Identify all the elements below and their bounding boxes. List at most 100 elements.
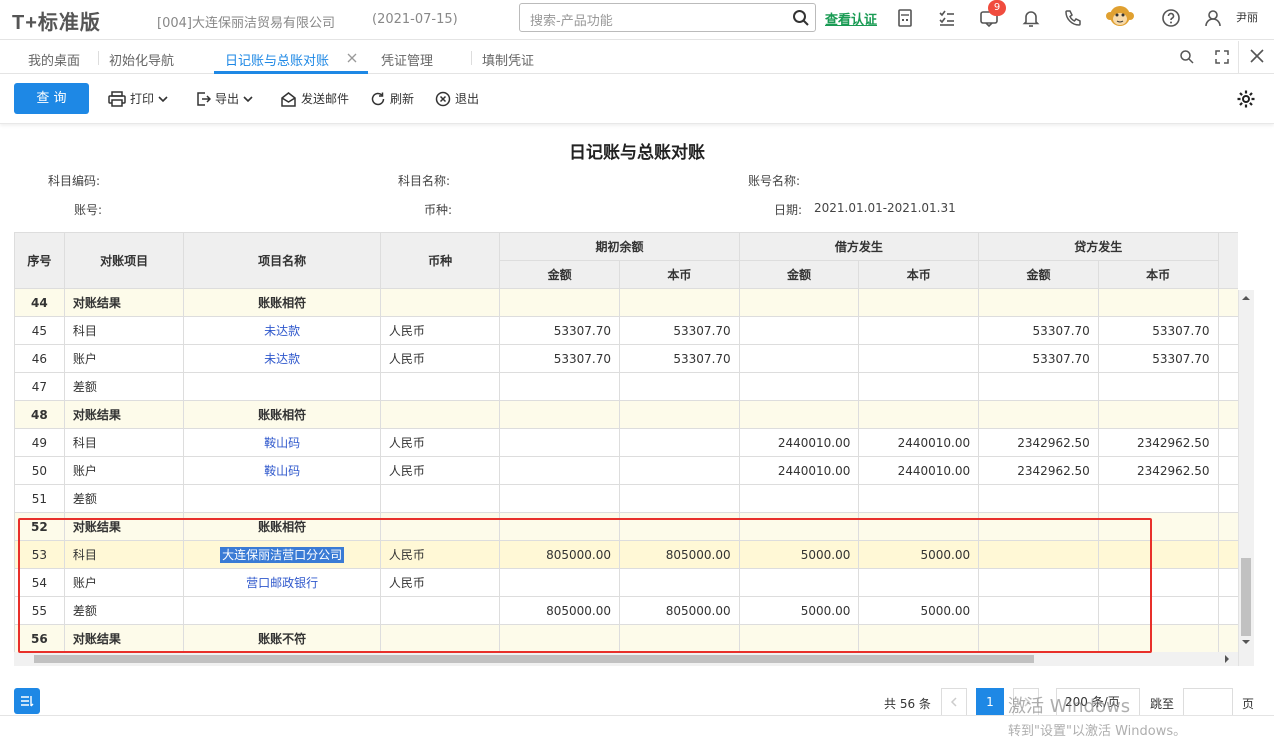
tab-init-nav[interactable]: 初始化导航 <box>109 50 174 69</box>
name-cell <box>183 484 381 513</box>
tab-reconcile[interactable]: 日记账与总账对账 <box>225 50 329 69</box>
item-name-text: 账账相符 <box>258 520 307 534</box>
table-row[interactable]: 55 差额 805000.00 805000.00 5000.00 5000.00 <box>14 596 1238 625</box>
credit-amount-cell <box>978 596 1099 625</box>
table-row[interactable]: 49 科目 鞍山码 人民币 2440010.00 2440010.00 2342962.50… <box>14 428 1238 457</box>
print-button[interactable]: 打印 <box>108 90 168 107</box>
seq-cell: 52 <box>14 512 65 541</box>
pad-cell <box>1217 512 1238 541</box>
phone-icon[interactable] <box>1063 8 1083 28</box>
vertical-scroll-thumb[interactable] <box>1241 558 1251 636</box>
prev-page-button[interactable] <box>941 688 967 716</box>
debit-base-cell <box>858 484 980 513</box>
exit-button[interactable]: 退出 <box>435 90 479 107</box>
name-cell[interactable]: 鞍山码 <box>183 428 381 457</box>
credit-amount-cell <box>978 540 1099 569</box>
item-name-link[interactable]: 鞍山码 <box>264 464 300 478</box>
item-cell: 科目 <box>63 540 185 569</box>
search-icon[interactable] <box>792 9 810 27</box>
tab-divider <box>1238 41 1239 73</box>
credit-base-cell: 53307.70 <box>1097 344 1219 373</box>
opening-amount-cell: 53307.70 <box>499 316 620 345</box>
credit-base-cell <box>1097 512 1219 541</box>
jump-page-input[interactable] <box>1183 688 1233 716</box>
page-number-button[interactable]: 1 <box>976 688 1004 716</box>
user-name[interactable]: 尹丽 <box>1236 9 1258 25</box>
currency-cell: 人民币 <box>379 316 501 345</box>
search-input[interactable]: 搜索-产品功能 <box>519 3 816 32</box>
chevron-left-icon <box>950 697 957 707</box>
date-value: 2021.01.01-2021.01.31 <box>814 201 956 215</box>
page-unit-label: 页 <box>1242 697 1255 711</box>
table-row[interactable]: 46 账户 未达款 人民币 53307.70 53307.70 53307.70 53307.… <box>14 344 1238 373</box>
horizontal-scroll-thumb[interactable] <box>34 655 1034 663</box>
monkey-avatar-icon[interactable] <box>1105 2 1135 32</box>
tab-voucher-mgmt[interactable]: 凭证管理 <box>381 50 433 69</box>
opening-base-cell: 53307.70 <box>618 316 740 345</box>
bell-icon[interactable] <box>1021 8 1041 28</box>
close-all-icon[interactable] <box>1250 49 1264 63</box>
name-cell[interactable]: 营口邮政银行 <box>183 568 381 597</box>
vertical-scrollbar[interactable] <box>1238 290 1254 666</box>
opening-base-cell <box>618 568 740 597</box>
item-name-link[interactable]: 大连保丽洁营口分公司 <box>220 547 345 563</box>
export-button[interactable]: 导出 <box>195 90 253 107</box>
export-icon <box>197 91 211 106</box>
name-cell[interactable]: 大连保丽洁营口分公司 <box>183 540 381 569</box>
settings-gear-icon[interactable] <box>1236 89 1256 109</box>
seq-cell: 53 <box>14 540 65 569</box>
item-name-link[interactable]: 未达款 <box>264 352 300 366</box>
item-name-link[interactable]: 未达款 <box>264 324 300 338</box>
close-tab-icon[interactable] <box>347 53 357 63</box>
refresh-button[interactable]: 刷新 <box>370 90 414 107</box>
name-cell[interactable]: 未达款 <box>183 316 381 345</box>
column-settings-button[interactable] <box>14 688 40 714</box>
help-icon[interactable] <box>1161 8 1181 28</box>
tab-fill-voucher[interactable]: 填制凭证 <box>482 50 534 69</box>
scroll-down-icon[interactable] <box>1242 638 1250 646</box>
name-cell[interactable]: 未达款 <box>183 344 381 373</box>
verify-link[interactable]: 查看认证 <box>825 9 877 28</box>
send-email-button[interactable]: 发送邮件 <box>280 90 349 107</box>
item-cell: 差额 <box>63 372 185 401</box>
horizontal-scrollbar[interactable] <box>14 652 1238 666</box>
col-opening-amount: 金额 <box>499 260 620 289</box>
scroll-right-icon[interactable] <box>1223 655 1231 663</box>
table-row[interactable]: 54 账户 营口邮政银行 人民币 <box>14 568 1238 597</box>
checklist-icon[interactable] <box>937 8 957 28</box>
table-row[interactable]: 56 对账结果 账账不符 <box>14 624 1238 653</box>
jump-label: 跳至 <box>1150 697 1175 711</box>
table-row[interactable]: 52 对账结果 账账相符 <box>14 512 1238 541</box>
table-row[interactable]: 53 科目 大连保丽洁营口分公司 人民币 805000.00 805000.00 5000.… <box>14 540 1238 569</box>
table-row[interactable]: 50 账户 鞍山码 人民币 2440010.00 2440010.00 2342962.50… <box>14 456 1238 485</box>
opening-amount-cell: 805000.00 <box>499 540 620 569</box>
table-row[interactable]: 45 科目 未达款 人民币 53307.70 53307.70 53307.70 53307.… <box>14 316 1238 345</box>
company-name[interactable]: [004]大连保丽洁贸易有限公司 <box>157 12 335 31</box>
calculator-icon[interactable] <box>895 8 915 28</box>
tab-search-icon[interactable] <box>1179 49 1195 65</box>
opening-base-cell <box>618 400 740 429</box>
query-button[interactable]: 查 询 <box>14 83 89 114</box>
credit-base-cell <box>1097 596 1219 625</box>
table-row[interactable]: 48 对账结果 账账相符 <box>14 400 1238 429</box>
tab-desktop[interactable]: 我的桌面 <box>28 50 80 69</box>
debit-base-cell <box>858 288 980 317</box>
debit-base-cell <box>858 568 980 597</box>
opening-amount-cell <box>499 372 620 401</box>
table-row[interactable]: 47 差额 <box>14 372 1238 401</box>
item-name-link[interactable]: 营口邮政银行 <box>246 576 318 590</box>
table-row[interactable]: 51 差额 <box>14 484 1238 513</box>
exit-label: 退出 <box>455 92 480 106</box>
name-cell: 账账相符 <box>183 400 381 429</box>
fullscreen-icon[interactable] <box>1214 49 1230 65</box>
item-name-link[interactable]: 鞍山码 <box>264 436 300 450</box>
credit-base-cell <box>1097 288 1219 317</box>
seq-cell: 46 <box>14 344 65 373</box>
name-cell[interactable]: 鞍山码 <box>183 456 381 485</box>
user-icon[interactable] <box>1203 8 1223 28</box>
opening-amount-cell <box>499 512 620 541</box>
table-row[interactable]: 44 对账结果 账账相符 <box>14 288 1238 317</box>
scroll-up-icon[interactable] <box>1242 294 1250 302</box>
debit-amount-cell <box>738 484 860 513</box>
debit-amount-cell: 2440010.00 <box>738 456 860 485</box>
